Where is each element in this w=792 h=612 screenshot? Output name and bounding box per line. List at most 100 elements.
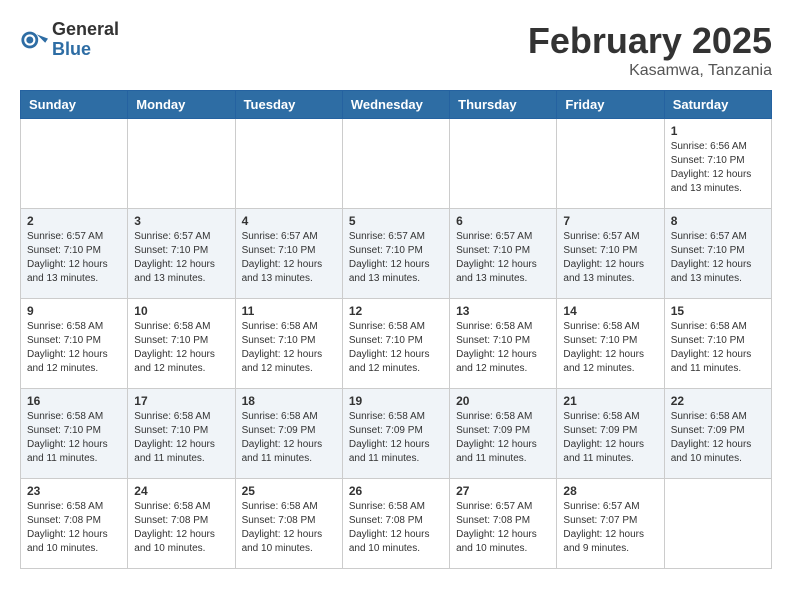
calendar-week-row: 23 Sunrise: 6:58 AM Sunset: 7:08 PM Dayli…: [21, 479, 772, 569]
page-header: General Blue February 2025 Kasamwa, Tanz…: [20, 20, 772, 80]
col-header-monday: Monday: [128, 91, 235, 119]
day-info: Sunrise: 6:58 AM Sunset: 7:09 PM Dayligh…: [349, 410, 443, 466]
calendar-cell: 1 Sunrise: 6:56 AM Sunset: 7:10 PM Daylig…: [664, 119, 771, 209]
logo: General Blue: [20, 20, 119, 60]
day-number: 18: [242, 394, 336, 408]
day-info: Sunrise: 6:58 AM Sunset: 7:09 PM Dayligh…: [563, 410, 657, 466]
calendar-cell: 20Sunrise: 6:58 AM Sunset: 7:09 PM Dayli…: [450, 389, 557, 479]
day-info: Sunrise: 6:57 AM Sunset: 7:10 PM Dayligh…: [456, 230, 550, 286]
calendar-cell: 8Sunrise: 6:57 AM Sunset: 7:10 PM Daylig…: [664, 209, 771, 299]
calendar-cell: 22Sunrise: 6:58 AM Sunset: 7:09 PM Dayli…: [664, 389, 771, 479]
calendar-cell: [557, 119, 664, 209]
calendar-cell: 13 Sunrise: 6:58 AM Sunset: 7:10 PM Dayli…: [450, 299, 557, 389]
calendar-cell: 2 Sunrise: 6:57 AM Sunset: 7:10 PM Daylig…: [21, 209, 128, 299]
day-info: Sunrise: 6:58 AM Sunset: 7:10 PM Dayligh…: [563, 320, 657, 376]
calendar-cell: 14 Sunrise: 6:58 AM Sunset: 7:10 PM Dayli…: [557, 299, 664, 389]
calendar-cell: 16 Sunrise: 6:58 AM Sunset: 7:10 PM Dayli…: [21, 389, 128, 479]
day-info: Sunrise: 6:58 AM Sunset: 7:10 PM Dayligh…: [134, 410, 228, 466]
col-header-saturday: Saturday: [664, 91, 771, 119]
calendar-cell: 7Sunrise: 6:57 AM Sunset: 7:10 PM Daylig…: [557, 209, 664, 299]
day-info: Sunrise: 6:58 AM Sunset: 7:08 PM Dayligh…: [242, 500, 336, 556]
day-info: Sunrise: 6:57 AM Sunset: 7:10 PM Dayligh…: [134, 230, 228, 286]
calendar-cell: [235, 119, 342, 209]
day-info: Sunrise: 6:58 AM Sunset: 7:09 PM Dayligh…: [242, 410, 336, 466]
calendar-cell: 18 Sunrise: 6:58 AM Sunset: 7:09 PM Dayli…: [235, 389, 342, 479]
calendar-cell: 3 Sunrise: 6:57 AM Sunset: 7:10 PM Daylig…: [128, 209, 235, 299]
day-number: 25: [242, 484, 336, 498]
day-info: Sunrise: 6:58 AM Sunset: 7:10 PM Dayligh…: [27, 410, 121, 466]
logo-blue: Blue: [52, 40, 119, 60]
day-info: Sunrise: 6:58 AM Sunset: 7:08 PM Dayligh…: [27, 500, 121, 556]
day-info: Sunrise: 6:57 AM Sunset: 7:07 PM Dayligh…: [563, 500, 657, 556]
day-info: Sunrise: 6:58 AM Sunset: 7:10 PM Dayligh…: [456, 320, 550, 376]
calendar-cell: [342, 119, 449, 209]
day-number: 12: [349, 304, 443, 318]
calendar-cell: [450, 119, 557, 209]
day-info: Sunrise: 6:57 AM Sunset: 7:10 PM Dayligh…: [563, 230, 657, 286]
calendar-week-row: 2 Sunrise: 6:57 AM Sunset: 7:10 PM Daylig…: [21, 209, 772, 299]
day-number: 23: [27, 484, 121, 498]
calendar-table: SundayMondayTuesdayWednesdayThursdayFrid…: [20, 90, 772, 569]
day-number: 14: [563, 304, 657, 318]
day-info: Sunrise: 6:58 AM Sunset: 7:10 PM Dayligh…: [349, 320, 443, 376]
day-number: 28: [563, 484, 657, 498]
day-number: 2: [27, 214, 121, 228]
day-number: 20: [456, 394, 550, 408]
day-number: 6: [456, 214, 550, 228]
day-info: Sunrise: 6:58 AM Sunset: 7:10 PM Dayligh…: [134, 320, 228, 376]
calendar-cell: [21, 119, 128, 209]
calendar-week-row: 9 Sunrise: 6:58 AM Sunset: 7:10 PM Daylig…: [21, 299, 772, 389]
day-number: 22: [671, 394, 765, 408]
calendar-cell: 11 Sunrise: 6:58 AM Sunset: 7:10 PM Dayli…: [235, 299, 342, 389]
calendar-cell: 6 Sunrise: 6:57 AM Sunset: 7:10 PM Daylig…: [450, 209, 557, 299]
logo-general: General: [52, 20, 119, 40]
calendar-week-row: 1 Sunrise: 6:56 AM Sunset: 7:10 PM Daylig…: [21, 119, 772, 209]
calendar-cell: [664, 479, 771, 569]
col-header-tuesday: Tuesday: [235, 91, 342, 119]
day-info: Sunrise: 6:57 AM Sunset: 7:10 PM Dayligh…: [242, 230, 336, 286]
calendar-cell: 12 Sunrise: 6:58 AM Sunset: 7:10 PM Dayli…: [342, 299, 449, 389]
day-info: Sunrise: 6:57 AM Sunset: 7:10 PM Dayligh…: [349, 230, 443, 286]
col-header-sunday: Sunday: [21, 91, 128, 119]
title-area: February 2025 Kasamwa, Tanzania: [528, 20, 772, 80]
day-info: Sunrise: 6:57 AM Sunset: 7:08 PM Dayligh…: [456, 500, 550, 556]
calendar-cell: 28 Sunrise: 6:57 AM Sunset: 7:07 PM Dayli…: [557, 479, 664, 569]
day-number: 3: [134, 214, 228, 228]
day-number: 11: [242, 304, 336, 318]
day-info: Sunrise: 6:58 AM Sunset: 7:10 PM Dayligh…: [27, 320, 121, 376]
logo-icon: [20, 26, 48, 54]
calendar-cell: 17Sunrise: 6:58 AM Sunset: 7:10 PM Dayli…: [128, 389, 235, 479]
month-year-title: February 2025: [528, 20, 772, 62]
day-number: 16: [27, 394, 121, 408]
logo-text: General Blue: [52, 20, 119, 60]
day-number: 24: [134, 484, 228, 498]
day-number: 27: [456, 484, 550, 498]
calendar-cell: 25 Sunrise: 6:58 AM Sunset: 7:08 PM Dayli…: [235, 479, 342, 569]
calendar-cell: [128, 119, 235, 209]
day-number: 9: [27, 304, 121, 318]
day-number: 21: [563, 394, 657, 408]
day-number: 5: [349, 214, 443, 228]
day-info: Sunrise: 6:58 AM Sunset: 7:10 PM Dayligh…: [671, 320, 765, 376]
calendar-cell: 26Sunrise: 6:58 AM Sunset: 7:08 PM Dayli…: [342, 479, 449, 569]
day-info: Sunrise: 6:56 AM Sunset: 7:10 PM Dayligh…: [671, 140, 765, 196]
calendar-cell: 19 Sunrise: 6:58 AM Sunset: 7:09 PM Dayli…: [342, 389, 449, 479]
day-number: 19: [349, 394, 443, 408]
location-subtitle: Kasamwa, Tanzania: [528, 62, 772, 80]
calendar-cell: 4 Sunrise: 6:57 AM Sunset: 7:10 PM Daylig…: [235, 209, 342, 299]
day-number: 1: [671, 124, 765, 138]
day-number: 26: [349, 484, 443, 498]
day-number: 4: [242, 214, 336, 228]
col-header-friday: Friday: [557, 91, 664, 119]
day-number: 15: [671, 304, 765, 318]
calendar-cell: 5 Sunrise: 6:57 AM Sunset: 7:10 PM Daylig…: [342, 209, 449, 299]
day-info: Sunrise: 6:58 AM Sunset: 7:10 PM Dayligh…: [242, 320, 336, 376]
day-info: Sunrise: 6:57 AM Sunset: 7:10 PM Dayligh…: [27, 230, 121, 286]
col-header-wednesday: Wednesday: [342, 91, 449, 119]
calendar-cell: 15 Sunrise: 6:58 AM Sunset: 7:10 PM Dayli…: [664, 299, 771, 389]
calendar-cell: 23 Sunrise: 6:58 AM Sunset: 7:08 PM Dayli…: [21, 479, 128, 569]
day-info: Sunrise: 6:57 AM Sunset: 7:10 PM Dayligh…: [671, 230, 765, 286]
day-number: 13: [456, 304, 550, 318]
calendar-cell: 24Sunrise: 6:58 AM Sunset: 7:08 PM Dayli…: [128, 479, 235, 569]
calendar-cell: 21 Sunrise: 6:58 AM Sunset: 7:09 PM Dayli…: [557, 389, 664, 479]
